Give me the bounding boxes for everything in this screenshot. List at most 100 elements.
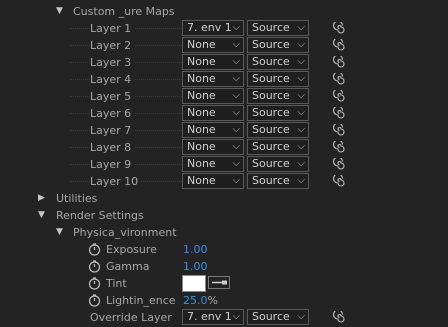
eyedropper-icon[interactable] (208, 276, 230, 289)
layer-mode-dropdown[interactable]: Source ⌵ (247, 54, 309, 70)
layer-mode-dropdown[interactable]: Source ⌵ (247, 37, 309, 53)
render-settings-group[interactable]: ▼ Render Settings (0, 207, 448, 224)
layer-row: Layer 5 None ⌵ Source ⌵ (0, 88, 448, 105)
override-layer-source-dropdown[interactable]: 7. env 1 ⌵ (182, 309, 244, 325)
layer-mode-value: Source (252, 106, 290, 119)
chevron-down-icon: ⌵ (232, 158, 240, 169)
tint-label: Tint (106, 277, 127, 290)
lighting-influence-number[interactable]: 25.0 (183, 294, 208, 307)
tint-color-swatch[interactable] (182, 275, 206, 292)
layer-row: Layer 3 None ⌵ Source ⌵ (0, 54, 448, 71)
lighting-influence-value[interactable]: 25.0% (183, 294, 218, 307)
chevron-down-icon: ⌵ (232, 141, 240, 152)
lighting-influence-label: Lightin_ence (106, 294, 176, 307)
override-mode-value: Source (252, 310, 290, 323)
render-settings-label: Render Settings (56, 209, 144, 222)
pick-whip-icon[interactable] (333, 311, 346, 324)
expand-down-triangle-icon[interactable]: ▼ (56, 227, 63, 237)
stopwatch-icon[interactable] (88, 260, 101, 273)
layer-label: Layer 9 (90, 158, 135, 171)
layer-label: Layer 8 (90, 141, 135, 154)
layer-mode-value: Source (252, 157, 290, 170)
pick-whip-icon[interactable] (333, 73, 346, 86)
layer-row: Layer 9 None ⌵ Source ⌵ (0, 156, 448, 173)
pick-whip-icon[interactable] (333, 22, 346, 35)
layer-source-value: None (187, 140, 216, 153)
layer-label: Layer 7 (90, 124, 135, 137)
chevron-down-icon: ⌵ (232, 39, 240, 50)
chevron-down-icon: ⌵ (232, 107, 240, 118)
expand-down-triangle-icon[interactable]: ▼ (56, 6, 63, 16)
layer-mode-dropdown[interactable]: Source ⌵ (247, 71, 309, 87)
chevron-down-icon: ⌵ (232, 175, 240, 186)
expand-down-triangle-icon[interactable]: ▼ (38, 210, 45, 220)
layer-source-dropdown[interactable]: None ⌵ (182, 37, 244, 53)
layer-mode-value: Source (252, 38, 290, 51)
layer-source-value: None (187, 123, 216, 136)
pick-whip-icon[interactable] (333, 107, 346, 120)
override-layer-mode-dropdown[interactable]: Source ⌵ (247, 309, 309, 325)
stopwatch-icon[interactable] (88, 243, 101, 256)
exposure-value[interactable]: 1.00 (183, 243, 208, 256)
layer-source-dropdown[interactable]: None ⌵ (182, 71, 244, 87)
layer-row: Layer 2 None ⌵ Source ⌵ (0, 37, 448, 54)
chevron-down-icon: ⌵ (297, 158, 305, 169)
layer-mode-dropdown[interactable]: Source ⌵ (247, 122, 309, 138)
layer-source-dropdown[interactable]: None ⌵ (182, 139, 244, 155)
stopwatch-icon[interactable] (88, 277, 101, 290)
chevron-down-icon: ⌵ (232, 90, 240, 101)
layer-source-dropdown[interactable]: None ⌵ (182, 173, 244, 189)
utilities-label: Utilities (56, 192, 98, 205)
layer-source-dropdown[interactable]: None ⌵ (182, 122, 244, 138)
chevron-down-icon: ⌵ (297, 311, 305, 322)
override-source-value: 7. env 1 (187, 310, 232, 323)
layer-row: Layer 6 None ⌵ Source ⌵ (0, 105, 448, 122)
layer-row: Layer 1 7. env 1 ⌵ Source ⌵ (0, 20, 448, 37)
layer-label: Layer 3 (90, 56, 135, 69)
lighting-influence-row: Lightin_ence 25.0% (0, 292, 448, 309)
percent-unit: % (207, 294, 218, 307)
pick-whip-icon[interactable] (333, 141, 346, 154)
override-layer-row: Override Layer 7. env 1 ⌵ Source ⌵ (0, 309, 448, 326)
pick-whip-icon[interactable] (333, 39, 346, 52)
layer-source-value: 7. env 1 (187, 21, 232, 34)
layer-mode-dropdown[interactable]: Source ⌵ (247, 139, 309, 155)
pick-whip-icon[interactable] (333, 124, 346, 137)
layer-label: Layer 1 (90, 22, 135, 35)
chevron-down-icon: ⌵ (297, 90, 305, 101)
layer-row: Layer 8 None ⌵ Source ⌵ (0, 139, 448, 156)
layer-source-dropdown[interactable]: None ⌵ (182, 54, 244, 70)
layer-source-value: None (187, 174, 216, 187)
layer-label: Layer 2 (90, 39, 135, 52)
collapse-right-triangle-icon[interactable]: ▶ (38, 193, 45, 203)
layer-mode-dropdown[interactable]: Source ⌵ (247, 173, 309, 189)
chevron-down-icon: ⌵ (232, 22, 240, 33)
layer-mode-value: Source (252, 140, 290, 153)
custom-maps-header[interactable]: ▼ Custom _ure Maps (0, 3, 448, 20)
layer-mode-dropdown[interactable]: Source ⌵ (247, 20, 309, 36)
gamma-value[interactable]: 1.00 (183, 260, 208, 273)
layer-mode-value: Source (252, 21, 290, 34)
pick-whip-icon[interactable] (333, 175, 346, 188)
layer-label: Layer 5 (90, 90, 135, 103)
chevron-down-icon: ⌵ (297, 22, 305, 33)
physical-environment-group[interactable]: ▼ Physica_vironment (0, 224, 448, 241)
stopwatch-icon[interactable] (88, 294, 101, 307)
chevron-down-icon: ⌵ (297, 39, 305, 50)
layer-mode-dropdown[interactable]: Source ⌵ (247, 88, 309, 104)
layer-mode-value: Source (252, 123, 290, 136)
layer-source-dropdown[interactable]: 7. env 1 ⌵ (182, 20, 244, 36)
layer-source-dropdown[interactable]: None ⌵ (182, 88, 244, 104)
chevron-down-icon: ⌵ (232, 124, 240, 135)
chevron-down-icon: ⌵ (297, 56, 305, 67)
pick-whip-icon[interactable] (333, 158, 346, 171)
layer-mode-dropdown[interactable]: Source ⌵ (247, 156, 309, 172)
pick-whip-icon[interactable] (333, 90, 346, 103)
utilities-group[interactable]: ▶ Utilities (0, 190, 448, 207)
layer-source-dropdown[interactable]: None ⌵ (182, 156, 244, 172)
layer-source-dropdown[interactable]: None ⌵ (182, 105, 244, 121)
pick-whip-icon[interactable] (333, 56, 346, 69)
chevron-down-icon: ⌵ (232, 56, 240, 67)
layer-mode-dropdown[interactable]: Source ⌵ (247, 105, 309, 121)
layer-mode-value: Source (252, 89, 290, 102)
